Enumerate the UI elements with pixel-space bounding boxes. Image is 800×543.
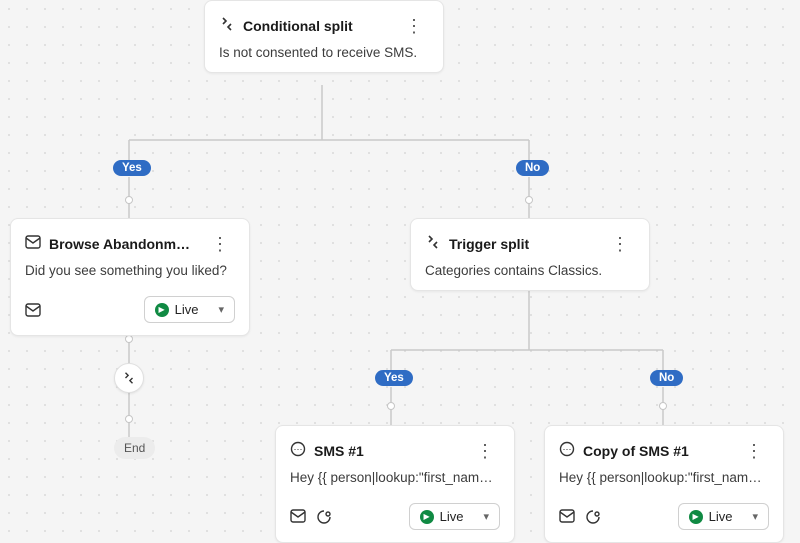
node-title: Conditional split [243,18,391,34]
mini-split-node[interactable] [114,363,144,393]
split-icon [425,234,441,255]
branch-yes-pill: Yes [375,370,413,386]
node-description: Did you see something you liked? [25,263,235,278]
more-button[interactable]: ⋮ [739,440,769,462]
play-icon: ▶ [155,303,169,317]
sms-icon: ⋯ [559,441,575,462]
play-icon: ▶ [420,510,434,524]
node-description: Categories contains Classics. [425,263,635,278]
node-sms-1[interactable]: ⋯ SMS #1 ⋮ Hey {{ person|lookup:"first_n… [275,425,515,543]
smart-send-icon [316,509,332,525]
more-button[interactable]: ⋮ [605,233,635,255]
end-pill: End [114,437,155,459]
sms-icon: ⋯ [290,441,306,462]
branch-no-pill: No [650,370,683,386]
node-description: Hey {{ person|lookup:"first_name"|defaul… [290,470,500,485]
node-title: SMS #1 [314,443,462,459]
email-icon [25,235,41,254]
svg-text:⋯: ⋯ [294,444,303,454]
more-button[interactable]: ⋮ [205,233,235,255]
status-dropdown[interactable]: ▶ Live ▾ [678,503,769,530]
connector-dot [387,402,395,410]
connector-dot [525,196,533,204]
more-button[interactable]: ⋮ [470,440,500,462]
branch-no-pill: No [516,160,549,176]
node-description: Is not consented to receive SMS. [219,45,429,60]
status-dropdown[interactable]: ▶ Live ▾ [144,296,235,323]
node-conditional-split[interactable]: Conditional split ⋮ Is not consented to … [204,0,444,73]
node-title: Browse Abandonment: Email... [49,236,197,252]
connector-dot [125,335,133,343]
connector-dot [125,196,133,204]
email-icon [290,509,306,525]
split-icon [219,16,235,37]
node-description: Hey {{ person|lookup:"first_name"|defaul… [559,470,769,485]
node-title: Copy of SMS #1 [583,443,731,459]
node-sms-copy[interactable]: ⋯ Copy of SMS #1 ⋮ Hey {{ person|lookup:… [544,425,784,543]
status-label: Live [709,509,733,524]
status-label: Live [175,302,199,317]
status-label: Live [440,509,464,524]
chevron-down-icon: ▾ [218,303,224,316]
chevron-down-icon: ▾ [752,510,758,523]
node-trigger-split[interactable]: Trigger split ⋮ Categories contains Clas… [410,218,650,291]
branch-yes-pill: Yes [113,160,151,176]
connector-dot [659,402,667,410]
more-button[interactable]: ⋮ [399,15,429,37]
svg-text:⋯: ⋯ [563,444,572,454]
chevron-down-icon: ▾ [483,510,489,523]
email-icon [559,509,575,525]
play-icon: ▶ [689,510,703,524]
connector-dot [125,415,133,423]
status-dropdown[interactable]: ▶ Live ▾ [409,503,500,530]
node-browse-abandonment[interactable]: Browse Abandonment: Email... ⋮ Did you s… [10,218,250,336]
email-icon [25,303,41,317]
node-title: Trigger split [449,236,597,252]
smart-send-icon [585,509,601,525]
